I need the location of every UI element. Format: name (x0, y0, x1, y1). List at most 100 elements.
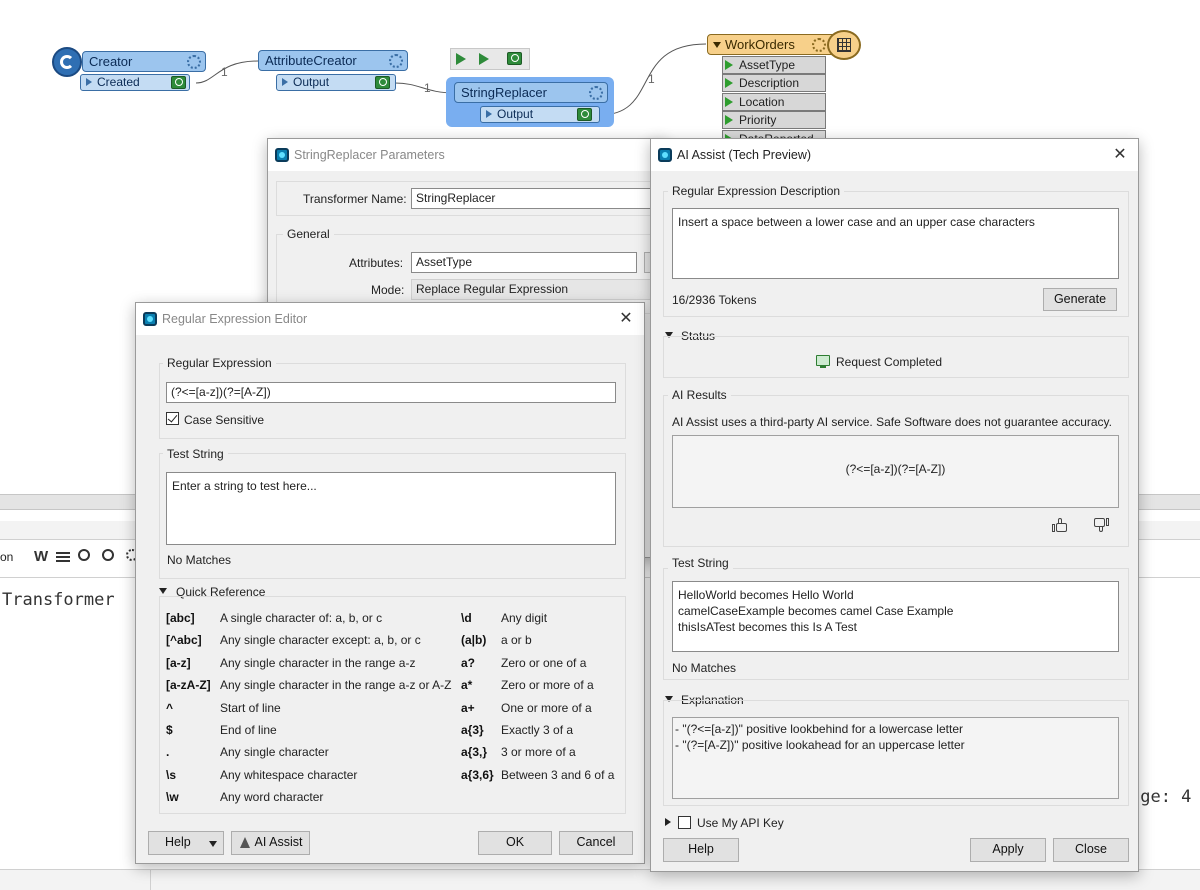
case-sensitive-checkbox[interactable] (166, 412, 179, 425)
collapse-icon[interactable] (713, 42, 721, 48)
quick-ref-key: [a-zA-Z] (166, 678, 211, 693)
dialog-titlebar[interactable]: StringReplacer Parameters (268, 139, 666, 171)
collapse-icon[interactable] (159, 588, 167, 594)
transformer-name-input[interactable]: StringReplacer (411, 188, 671, 209)
dropdown-icon[interactable] (209, 841, 217, 847)
test-string-input[interactable]: Enter a string to test here... (166, 472, 616, 545)
expand-icon[interactable] (665, 818, 671, 826)
test-string-group-label: Test String (163, 447, 228, 461)
quick-ref-key: [a-z] (166, 655, 191, 670)
dialog-title: AI Assist (Tech Preview) (677, 148, 812, 162)
matches-status: No Matches (672, 661, 737, 675)
gear-icon[interactable] (389, 54, 403, 68)
quick-ref-description: Any whitespace character (220, 767, 358, 782)
gear-icon[interactable] (187, 55, 201, 69)
workorders-writer[interactable]: WorkOrders AssetType Description Locatio… (707, 30, 863, 140)
test-line: camelCaseExample becomes camel Case Exam… (678, 604, 954, 618)
mode-label: Mode: (371, 283, 405, 297)
help-button[interactable]: Help (663, 838, 739, 862)
inspect-icon[interactable] (171, 76, 186, 89)
description-input[interactable]: Insert a space between a lower case and … (672, 208, 1119, 279)
quick-ref-description: Zero or more of a (501, 678, 594, 693)
port-label: Created (97, 75, 140, 89)
quick-ref-description: Start of line (220, 700, 281, 715)
matches-status: No Matches (167, 553, 232, 567)
writer-attribute[interactable]: Description (722, 74, 826, 92)
quick-ref-key: \w (166, 790, 179, 805)
list-icon[interactable] (56, 552, 70, 562)
ai-assist-button[interactable]: AI Assist (231, 831, 310, 855)
writer-attribute[interactable]: AssetType (722, 56, 826, 74)
gear-icon[interactable] (812, 38, 826, 52)
use-api-key-checkbox[interactable] (678, 816, 691, 829)
description-group-label: Regular Expression Description (668, 184, 845, 198)
quick-ref-key: [abc] (166, 611, 195, 625)
mode-select[interactable]: Replace Regular Expression (411, 279, 671, 300)
inspect-icon[interactable] (375, 76, 390, 89)
inspect-icon[interactable] (577, 108, 592, 121)
creator-title[interactable]: Creator (82, 51, 206, 72)
case-sensitive-label: Case Sensitive (184, 413, 265, 427)
result-regex-output[interactable]: (?<=[a-z])(?=[A-Z]) (672, 435, 1119, 508)
creator-title-label: Creator (89, 54, 133, 69)
attr-label: Location (739, 95, 785, 109)
help-button[interactable]: Help (148, 831, 224, 855)
find-next-icon[interactable] (102, 549, 114, 561)
apply-button[interactable]: Apply (970, 838, 1046, 862)
attributecreator-node[interactable]: AttributeCreator Output (258, 50, 408, 94)
close-icon[interactable]: ✕ (616, 309, 636, 329)
quick-ref-key: a* (461, 678, 473, 693)
close-button[interactable]: Close (1053, 838, 1129, 862)
ok-button[interactable]: OK (478, 831, 552, 855)
test-string-input[interactable]: HelloWorld becomes Hello World camelCase… (672, 581, 1119, 652)
quick-ref-description: Any single character in the range a-z (220, 655, 416, 670)
creator-node[interactable]: Creator Created (52, 47, 208, 93)
quick-ref-key: [^abc] (166, 633, 202, 648)
transformer-name-label: Transformer Name: (303, 192, 407, 206)
stringreplacer-node[interactable]: StringReplacer Output (446, 77, 614, 127)
gear-icon[interactable] (589, 86, 603, 100)
regex-input[interactable]: (?<=[a-z])(?=[A-Z]) (166, 382, 616, 403)
close-icon[interactable]: ✕ (1110, 145, 1130, 165)
regex-group-label: Regular Expression (163, 356, 276, 370)
quick-ref-description: One or more of a (501, 700, 592, 715)
word-wrap-icon[interactable]: W (34, 548, 48, 565)
attributecreator-output-port[interactable]: Output (276, 74, 396, 91)
thumbs-up-icon[interactable] (1052, 518, 1068, 532)
quick-ref-key: (a|b) (461, 633, 487, 648)
ai-assist-label: AI Assist (254, 835, 303, 849)
quick-ref-description: Exactly 3 of a (501, 723, 574, 737)
find-icon[interactable] (78, 549, 90, 561)
quick-ref-key: a{3,} (461, 745, 488, 760)
attr-label: Description (739, 76, 800, 90)
app-icon (658, 148, 672, 162)
run-from-here-icon[interactable] (479, 53, 489, 65)
attributes-input[interactable]: AssetType (411, 252, 637, 273)
generate-button[interactable]: Generate (1043, 288, 1117, 311)
writer-attribute[interactable]: Priority (722, 111, 826, 129)
writer-attribute[interactable]: Location (722, 93, 826, 111)
attributecreator-title-label: AttributeCreator (265, 53, 357, 68)
inspect-cache-icon[interactable] (507, 52, 522, 65)
flask-icon (240, 837, 250, 848)
dialog-titlebar[interactable]: AI Assist (Tech Preview) ✕ (651, 139, 1138, 171)
run-to-here-icon[interactable] (456, 53, 466, 65)
stringreplacer-title-label: StringReplacer (461, 85, 547, 100)
quick-ref-description: a or b (501, 633, 532, 648)
quick-ref-key: \d (461, 611, 472, 625)
creator-output-port[interactable]: Created (80, 74, 190, 91)
background-log-text: Transformer (2, 590, 115, 610)
dialog-titlebar[interactable]: Regular Expression Editor ✕ (136, 303, 644, 335)
attr-label: AssetType (739, 58, 796, 72)
stringreplacer-output-port[interactable]: Output (480, 106, 600, 123)
workorders-title-label: WorkOrders (725, 37, 795, 52)
quick-ref-description: Any single character except: a, b, or c (220, 633, 421, 648)
cancel-button[interactable]: Cancel (559, 831, 633, 855)
workorders-title[interactable]: WorkOrders (707, 34, 847, 55)
stringreplacer-title[interactable]: StringReplacer (454, 82, 608, 103)
attr-label: Priority (739, 113, 777, 127)
table-icon (827, 30, 861, 60)
explanation-output[interactable]: - "(?<=[a-z])" positive lookbehind for a… (672, 717, 1119, 799)
thumbs-down-icon[interactable] (1093, 518, 1109, 532)
attributecreator-title[interactable]: AttributeCreator (258, 50, 408, 71)
